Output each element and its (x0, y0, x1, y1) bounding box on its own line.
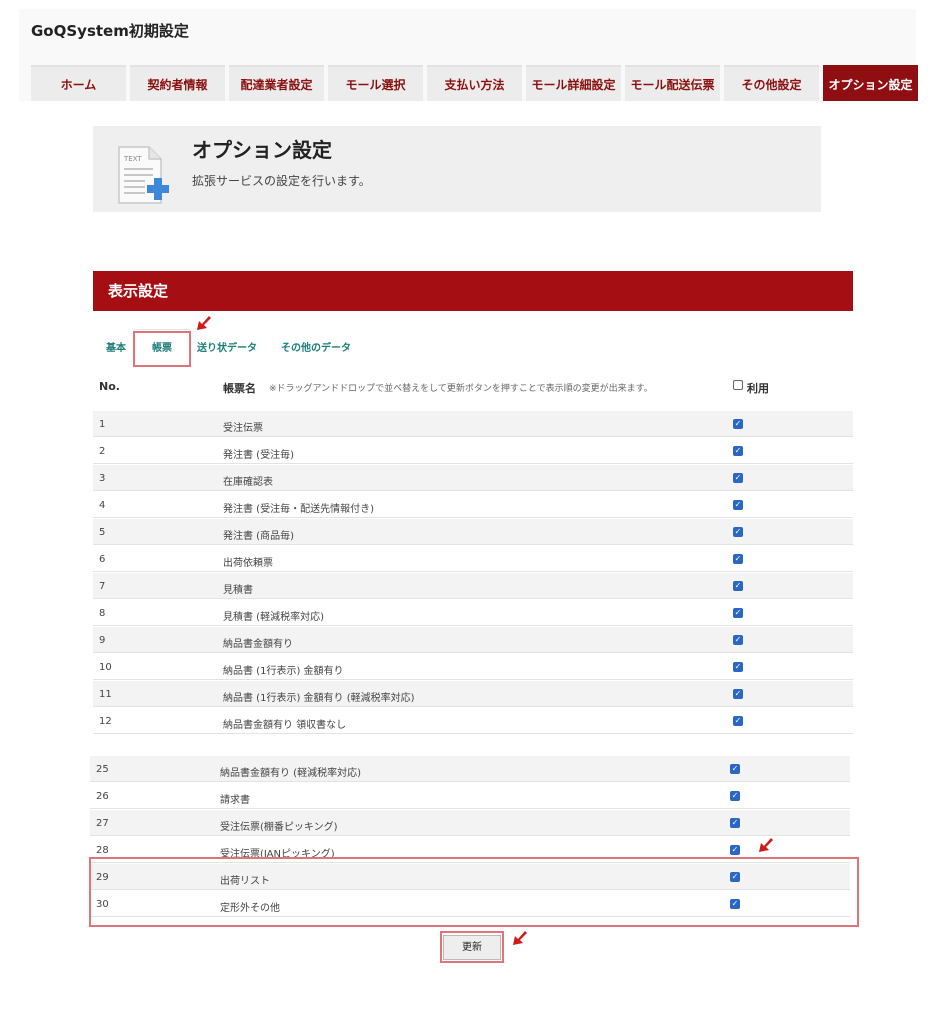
col-name: 帳票名 (223, 382, 256, 395)
page-title: オプション設定 (192, 138, 332, 162)
row-number: 6 (99, 554, 106, 565)
use-checkbox[interactable]: ✓ (733, 662, 743, 672)
use-checkbox[interactable]: ✓ (733, 473, 743, 483)
use-checkbox[interactable]: ✓ (733, 527, 743, 537)
row-number: 12 (99, 716, 112, 727)
text-document-plus-icon: TEXT (118, 146, 169, 204)
use-checkbox[interactable]: ✓ (733, 419, 743, 429)
row-number: 9 (99, 635, 106, 646)
use-checkbox[interactable]: ✓ (730, 791, 740, 801)
content-area: TEXT オプション設定 拡張サービスの設定を行います。 表示設定 基本 帳票 … (19, 101, 916, 736)
row-number: 3 (99, 473, 106, 484)
form-name: 見積書 (223, 585, 253, 596)
row-number: 27 (96, 818, 109, 829)
tab-contractor-info[interactable]: 契約者情報 (130, 65, 225, 101)
tab-payment[interactable]: 支払い方法 (427, 65, 522, 101)
tab-option-settings[interactable]: オプション設定 (823, 65, 918, 101)
use-checkbox[interactable]: ✓ (733, 500, 743, 510)
row-number: 8 (99, 608, 106, 619)
tab-mall-select[interactable]: モール選択 (328, 65, 423, 101)
use-checkbox[interactable]: ✓ (733, 635, 743, 645)
table-row[interactable]: 8 見積書 (軽減税率対応) ✓ (93, 600, 853, 626)
subtab-shipping-label-data[interactable]: 送り状データ (197, 339, 257, 354)
row-number: 28 (96, 845, 109, 856)
use-checkbox[interactable]: ✓ (730, 764, 740, 774)
use-checkbox[interactable]: ✓ (730, 845, 740, 855)
row-number: 26 (96, 791, 109, 802)
use-checkbox[interactable]: ✓ (733, 608, 743, 618)
table-row[interactable]: 27 受注伝票(棚番ピッキング) ✓ (90, 810, 850, 836)
section-header: 表示設定 (93, 271, 853, 311)
table-row[interactable]: 11 納品書 (1行表示) 金額有り (軽減税率対応) ✓ (93, 681, 853, 707)
form-name: 納品書 (1行表示) 金額有り (223, 666, 344, 677)
table-row[interactable]: 1 受注伝票 ✓ (93, 411, 853, 437)
row-number: 25 (96, 764, 109, 775)
pointer-arrow-icon (513, 931, 527, 945)
row-number: 7 (99, 581, 106, 592)
form-name: 納品書金額有り (軽減税率対応) (220, 768, 361, 779)
row-number: 5 (99, 527, 106, 538)
subtab-basic[interactable]: 基本 (106, 339, 126, 354)
use-checkbox[interactable]: ✓ (733, 446, 743, 456)
form-name: 受注伝票(棚番ピッキング) (220, 822, 338, 833)
table-header: No. 帳票名 ※ドラッグアンドドロップで並べ替えをして更新ボタンを押すことで表… (93, 371, 853, 401)
form-name: 受注伝票 (223, 423, 263, 434)
table-row[interactable]: 4 発注書 (受注毎・配送先情報付き) ✓ (93, 492, 853, 518)
form-name: 発注書 (受注毎) (223, 450, 294, 461)
col-no: No. (99, 380, 120, 393)
highlight-forms-tab (133, 331, 191, 367)
tab-carrier-settings[interactable]: 配達業者設定 (229, 65, 324, 101)
select-all-checkbox[interactable] (733, 380, 743, 390)
form-name: 納品書金額有り (223, 639, 293, 650)
table-row[interactable]: 12 納品書金額有り 領収書なし ✓ (93, 708, 853, 734)
page-subtitle: 拡張サービスの設定を行います。 (192, 174, 371, 188)
tab-mall-detail[interactable]: モール詳細設定 (526, 65, 621, 101)
table-row[interactable]: 7 見積書 ✓ (93, 573, 853, 599)
col-note: ※ドラッグアンドドロップで並べ替えをして更新ボタンを押すことで表示順の変更が出来… (269, 384, 653, 394)
icon-text: TEXT (123, 155, 142, 163)
use-checkbox[interactable]: ✓ (733, 716, 743, 726)
row-number: 2 (99, 446, 106, 457)
table-row[interactable]: 2 発注書 (受注毎) ✓ (93, 438, 853, 464)
tab-home[interactable]: ホーム (31, 65, 126, 101)
col-use: 利用 (747, 382, 769, 395)
app-title: GoQSystem初期設定 (31, 22, 189, 40)
table-row[interactable]: 26 請求書 ✓ (90, 783, 850, 809)
update-button[interactable]: 更新 (443, 935, 501, 960)
form-name: 発注書 (商品毎) (223, 531, 294, 542)
use-checkbox[interactable]: ✓ (730, 818, 740, 828)
table-row[interactable]: 3 在庫確認表 ✓ (93, 465, 853, 491)
table-row[interactable]: 6 出荷依頼票 ✓ (93, 546, 853, 572)
row-number: 10 (99, 662, 112, 673)
sub-tabs: 基本 帳票 送り状データ その他のデータ (93, 329, 853, 367)
use-checkbox[interactable]: ✓ (733, 581, 743, 591)
row-number: 1 (99, 419, 106, 430)
top-panel: GoQSystem初期設定 ホーム 契約者情報 配達業者設定 モール選択 支払い… (19, 9, 918, 736)
subtab-other-data[interactable]: その他のデータ (281, 339, 351, 354)
pointer-arrow-icon (759, 838, 773, 852)
table-row[interactable]: 25 納品書金額有り (軽減税率対応) ✓ (90, 756, 850, 782)
form-name: 出荷依頼票 (223, 558, 273, 569)
form-name: 納品書金額有り 領収書なし (223, 720, 347, 731)
form-name: 請求書 (220, 795, 250, 806)
tab-other-settings[interactable]: その他設定 (724, 65, 819, 101)
form-name: 発注書 (受注毎・配送先情報付き) (223, 504, 374, 515)
row-number: 11 (99, 689, 112, 700)
page-header: TEXT オプション設定 拡張サービスの設定を行います。 (93, 126, 821, 212)
highlight-rows (89, 857, 859, 927)
pointer-arrow-icon (197, 316, 211, 330)
row-number: 4 (99, 500, 106, 511)
form-name: 納品書 (1行表示) 金額有り (軽減税率対応) (223, 693, 415, 704)
table-row[interactable]: 10 納品書 (1行表示) 金額有り ✓ (93, 654, 853, 680)
form-name: 見積書 (軽減税率対応) (223, 612, 324, 623)
use-checkbox[interactable]: ✓ (733, 689, 743, 699)
use-checkbox[interactable]: ✓ (733, 554, 743, 564)
tab-mall-shipping-slip[interactable]: モール配送伝票 (625, 65, 720, 101)
table-row[interactable]: 9 納品書金額有り ✓ (93, 627, 853, 653)
table-row[interactable]: 5 発注書 (商品毎) ✓ (93, 519, 853, 545)
form-name: 在庫確認表 (223, 477, 273, 488)
main-tabs: ホーム 契約者情報 配達業者設定 モール選択 支払い方法 モール詳細設定 モール… (31, 65, 918, 101)
